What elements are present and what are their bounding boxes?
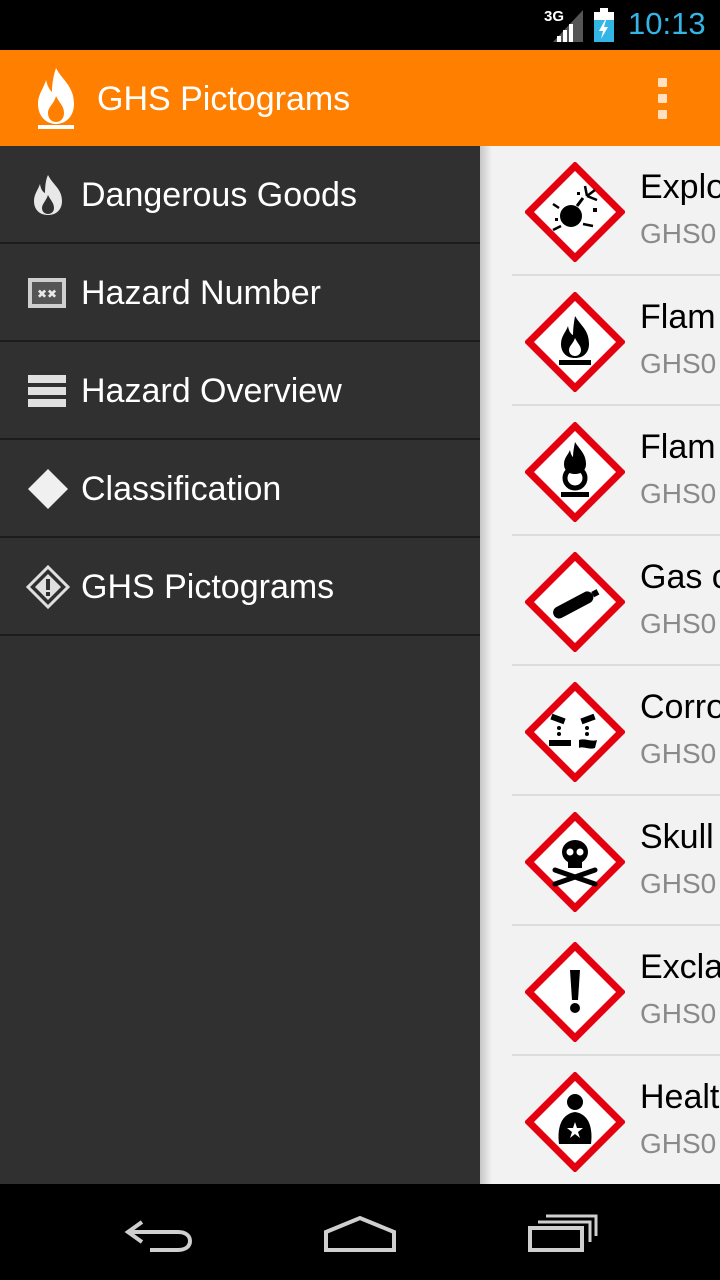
drawer-item-label: GHS Pictograms — [81, 568, 335, 606]
home-icon[interactable] — [320, 1208, 400, 1256]
corrosion-icon — [525, 682, 625, 782]
drawer-item-label: Hazard Number — [81, 274, 321, 312]
action-bar: GHS Pictograms — [0, 50, 720, 146]
drawer-item-classification[interactable]: Classification — [0, 440, 480, 538]
pictogram-code: GHS0 — [640, 868, 717, 899]
pictogram-code: GHS0 — [640, 478, 717, 509]
pictogram-name: Gas c — [640, 558, 720, 596]
status-bar: 3G 10:13 — [0, 0, 720, 50]
drawer-item-ghs-pictograms[interactable]: GHS Pictograms — [0, 538, 480, 636]
flame-over-circle-icon — [525, 422, 625, 522]
pictogram-code: GHS0 — [640, 998, 717, 1029]
signal-icon — [553, 10, 583, 42]
skull-crossbones-icon — [525, 812, 625, 912]
drawer-item-label: Dangerous Goods — [81, 176, 357, 214]
drawer-item-label: Classification — [81, 470, 282, 508]
pictogram-code: GHS0 — [640, 218, 717, 249]
pictogram-code: GHS0 — [640, 1128, 717, 1159]
list-item[interactable]: Flam GHS0 — [480, 276, 720, 406]
drawer-item-dangerous-goods[interactable]: Dangerous Goods — [0, 146, 480, 244]
pictogram-name: Skull — [640, 818, 714, 856]
overflow-menu-icon[interactable] — [644, 74, 684, 124]
clock: 10:13 — [628, 6, 706, 41]
exclamation-mark-icon — [525, 942, 625, 1042]
warning-diamond-icon — [26, 565, 70, 609]
drawer-item-label: Hazard Overview — [81, 372, 342, 410]
pictogram-code: GHS0 — [640, 348, 717, 379]
pictogram-name: Excla — [640, 948, 720, 986]
pictogram-name: Corro — [640, 688, 720, 726]
back-icon[interactable] — [120, 1208, 200, 1256]
flame-icon — [34, 175, 62, 215]
flame-icon — [525, 292, 625, 392]
pictogram-name: Healt — [640, 1078, 720, 1116]
drawer-shadow — [480, 146, 492, 1184]
recents-icon[interactable] — [522, 1208, 602, 1256]
pictogram-code: GHS0 — [640, 608, 717, 639]
battery-icon — [594, 8, 614, 42]
list-item[interactable]: Healt GHS0 — [480, 1056, 720, 1184]
gas-cylinder-icon — [525, 552, 625, 652]
drawer-item-hazard-overview[interactable]: Hazard Overview — [0, 342, 480, 440]
svg-text:✖✖: ✖✖ — [37, 287, 57, 301]
list-icon — [28, 375, 66, 407]
pictogram-name: Flam — [640, 428, 716, 466]
page-title: GHS Pictograms — [97, 80, 351, 118]
list-item[interactable]: Gas c GHS0 — [480, 536, 720, 666]
list-item[interactable]: Corro GHS0 — [480, 666, 720, 796]
pictogram-list[interactable]: Explo GHS0 Flam GHS0 Flam GHS0 Gas c GHS… — [480, 146, 720, 1184]
app-flame-icon[interactable] — [32, 66, 80, 130]
list-item[interactable]: Flam GHS0 — [480, 406, 720, 536]
pictogram-name: Flam — [640, 298, 716, 336]
navigation-drawer: Dangerous Goods ✖✖ Hazard Number Hazard … — [0, 146, 480, 1184]
diamond-icon — [28, 469, 68, 509]
pictogram-name: Explo — [640, 168, 720, 206]
health-hazard-icon — [525, 1072, 625, 1172]
system-nav-bar — [0, 1184, 720, 1280]
list-item[interactable]: Skull GHS0 — [480, 796, 720, 926]
drawer-item-hazard-number[interactable]: ✖✖ Hazard Number — [0, 244, 480, 342]
exploding-bomb-icon — [525, 162, 625, 262]
hazard-plate-icon: ✖✖ — [28, 278, 66, 308]
list-item[interactable]: Excla GHS0 — [480, 926, 720, 1056]
pictogram-code: GHS0 — [640, 738, 717, 769]
list-item[interactable]: Explo GHS0 — [480, 146, 720, 276]
